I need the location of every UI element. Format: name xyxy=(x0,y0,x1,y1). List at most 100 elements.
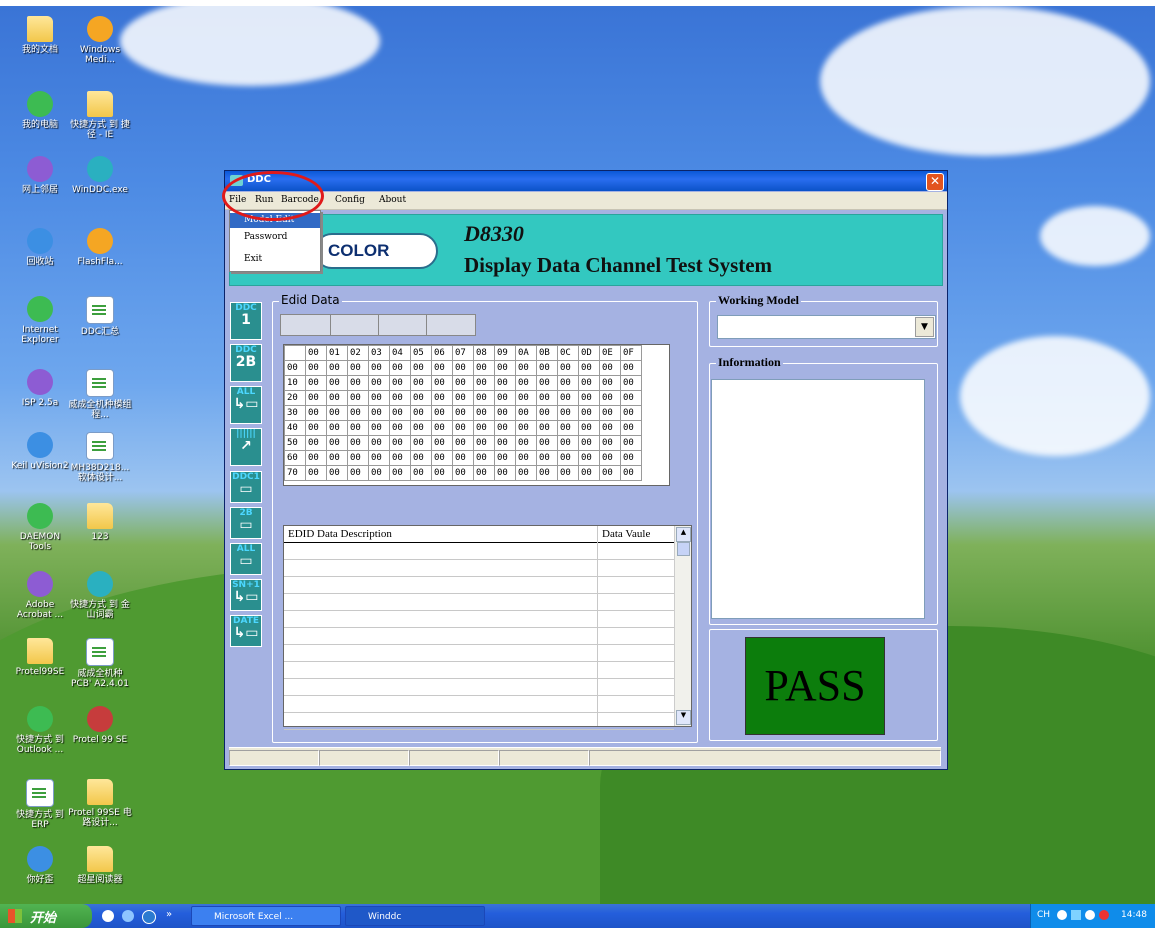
desktop-icon[interactable]: 我的文档 xyxy=(8,16,72,55)
desktop-icon[interactable]: Adobe Acrobat ... xyxy=(8,571,72,620)
toolbar-button[interactable]: 2B ▭ xyxy=(230,507,262,539)
grid-cell[interactable]: 00 xyxy=(536,375,558,391)
grid-cell[interactable]: 00 xyxy=(515,465,537,481)
window-titlebar[interactable]: DDC ✕ xyxy=(225,171,947,191)
grid-cell[interactable]: 00 xyxy=(557,390,579,406)
grid-cell[interactable]: 00 xyxy=(305,450,327,466)
desktop-icon[interactable]: DDC汇总 xyxy=(68,296,132,337)
grid-cell[interactable]: 00 xyxy=(431,360,453,376)
grid-cell[interactable]: 00 xyxy=(620,450,642,466)
grid-cell[interactable]: 00 xyxy=(368,450,390,466)
tray-icon[interactable] xyxy=(1057,910,1067,920)
toolbar-button[interactable]: ALL ▭ xyxy=(230,543,262,575)
grid-cell[interactable]: 00 xyxy=(473,375,495,391)
grid-cell[interactable]: 00 xyxy=(347,375,369,391)
menu-item-password[interactable]: Password xyxy=(230,230,320,245)
grid-cell[interactable]: 00 xyxy=(494,405,516,421)
grid-cell[interactable]: 00 xyxy=(347,465,369,481)
grid-cell[interactable]: 00 xyxy=(599,450,621,466)
grid-cell[interactable]: 00 xyxy=(536,435,558,451)
grid-cell[interactable]: 00 xyxy=(389,390,411,406)
desktop-icon[interactable]: Protel 99SE 电路设计... xyxy=(68,779,132,828)
scroll-up-icon[interactable]: ▲ xyxy=(676,527,691,542)
grid-cell[interactable]: 00 xyxy=(557,405,579,421)
grid-cell[interactable]: 00 xyxy=(368,435,390,451)
edid-tab[interactable] xyxy=(330,314,380,336)
grid-cell[interactable]: 00 xyxy=(473,465,495,481)
grid-cell[interactable]: 00 xyxy=(368,360,390,376)
grid-cell[interactable]: 00 xyxy=(431,375,453,391)
grid-cell[interactable]: 00 xyxy=(536,360,558,376)
grid-cell[interactable]: 00 xyxy=(347,405,369,421)
grid-cell[interactable]: 00 xyxy=(473,420,495,436)
grid-cell[interactable]: 00 xyxy=(494,390,516,406)
desktop-icon[interactable]: MH38D218...软体设计... xyxy=(68,432,132,483)
grid-cell[interactable]: 00 xyxy=(473,360,495,376)
grid-cell[interactable]: 00 xyxy=(326,420,348,436)
desktop-icon[interactable]: 快捷方式 到 金山词霸 xyxy=(68,571,132,620)
grid-cell[interactable]: 00 xyxy=(578,465,600,481)
grid-cell[interactable]: 00 xyxy=(431,390,453,406)
grid-cell[interactable]: 00 xyxy=(620,420,642,436)
grid-cell[interactable]: 00 xyxy=(620,435,642,451)
desc-scrollbar[interactable]: ▲ ▼ xyxy=(674,526,691,726)
grid-cell[interactable]: 00 xyxy=(305,465,327,481)
grid-cell[interactable]: 00 xyxy=(536,390,558,406)
edid-tab[interactable] xyxy=(378,314,428,336)
desktop-icon[interactable]: DAEMON Tools xyxy=(8,503,72,552)
grid-cell[interactable]: 00 xyxy=(473,435,495,451)
grid-cell[interactable]: 00 xyxy=(599,390,621,406)
grid-cell[interactable]: 00 xyxy=(599,375,621,391)
grid-cell[interactable]: 00 xyxy=(410,405,432,421)
grid-cell[interactable]: 00 xyxy=(494,375,516,391)
security-icon[interactable] xyxy=(1099,910,1109,920)
grid-cell[interactable]: 00 xyxy=(305,435,327,451)
toolbar-button[interactable]: DDC1 ▭ xyxy=(230,471,262,503)
grid-cell[interactable]: 00 xyxy=(347,420,369,436)
grid-cell[interactable]: 00 xyxy=(326,405,348,421)
desktop-icon[interactable]: 我的电脑 xyxy=(8,91,72,130)
grid-cell[interactable]: 00 xyxy=(536,420,558,436)
grid-cell[interactable]: 00 xyxy=(494,420,516,436)
grid-cell[interactable]: 00 xyxy=(599,360,621,376)
grid-cell[interactable]: 00 xyxy=(452,405,474,421)
grid-cell[interactable]: 00 xyxy=(452,435,474,451)
grid-cell[interactable]: 00 xyxy=(473,390,495,406)
grid-cell[interactable]: 00 xyxy=(305,360,327,376)
grid-cell[interactable]: 00 xyxy=(452,465,474,481)
grid-cell[interactable]: 00 xyxy=(410,360,432,376)
toolbar-button[interactable]: SN+1 ↳▭ xyxy=(230,579,262,611)
grid-cell[interactable]: 00 xyxy=(326,360,348,376)
grid-cell[interactable]: 00 xyxy=(473,450,495,466)
desktop-icon[interactable]: 威成全机种 PCB' A2.4.01 xyxy=(68,638,132,689)
grid-cell[interactable]: 00 xyxy=(347,450,369,466)
grid-cell[interactable]: 00 xyxy=(389,450,411,466)
app-launch-icon[interactable] xyxy=(142,910,156,924)
grid-cell[interactable]: 00 xyxy=(368,405,390,421)
grid-cell[interactable]: 00 xyxy=(494,450,516,466)
grid-cell[interactable]: 00 xyxy=(494,360,516,376)
grid-cell[interactable]: 00 xyxy=(599,435,621,451)
grid-cell[interactable]: 00 xyxy=(431,450,453,466)
grid-cell[interactable]: 00 xyxy=(410,375,432,391)
menu-item-exit[interactable]: Exit xyxy=(230,252,320,267)
grid-cell[interactable]: 00 xyxy=(389,435,411,451)
grid-cell[interactable]: 00 xyxy=(473,405,495,421)
language-indicator[interactable]: CH xyxy=(1037,910,1050,920)
desktop-icon[interactable]: Protel99SE xyxy=(8,638,72,677)
grid-cell[interactable]: 00 xyxy=(452,360,474,376)
edid-tab[interactable] xyxy=(426,314,476,336)
grid-cell[interactable]: 00 xyxy=(326,375,348,391)
grid-cell[interactable]: 00 xyxy=(368,375,390,391)
desktop-icon[interactable]: 回收站 xyxy=(8,228,72,267)
scroll-down-icon[interactable]: ▼ xyxy=(676,710,691,725)
grid-cell[interactable]: 00 xyxy=(515,435,537,451)
grid-cell[interactable]: 00 xyxy=(578,450,600,466)
grid-cell[interactable]: 00 xyxy=(515,360,537,376)
grid-cell[interactable]: 00 xyxy=(452,390,474,406)
grid-cell[interactable]: 00 xyxy=(326,390,348,406)
quick-launch-icon[interactable] xyxy=(102,910,114,922)
start-button[interactable]: 开始 xyxy=(0,904,92,928)
grid-cell[interactable]: 00 xyxy=(410,450,432,466)
grid-cell[interactable]: 00 xyxy=(347,390,369,406)
